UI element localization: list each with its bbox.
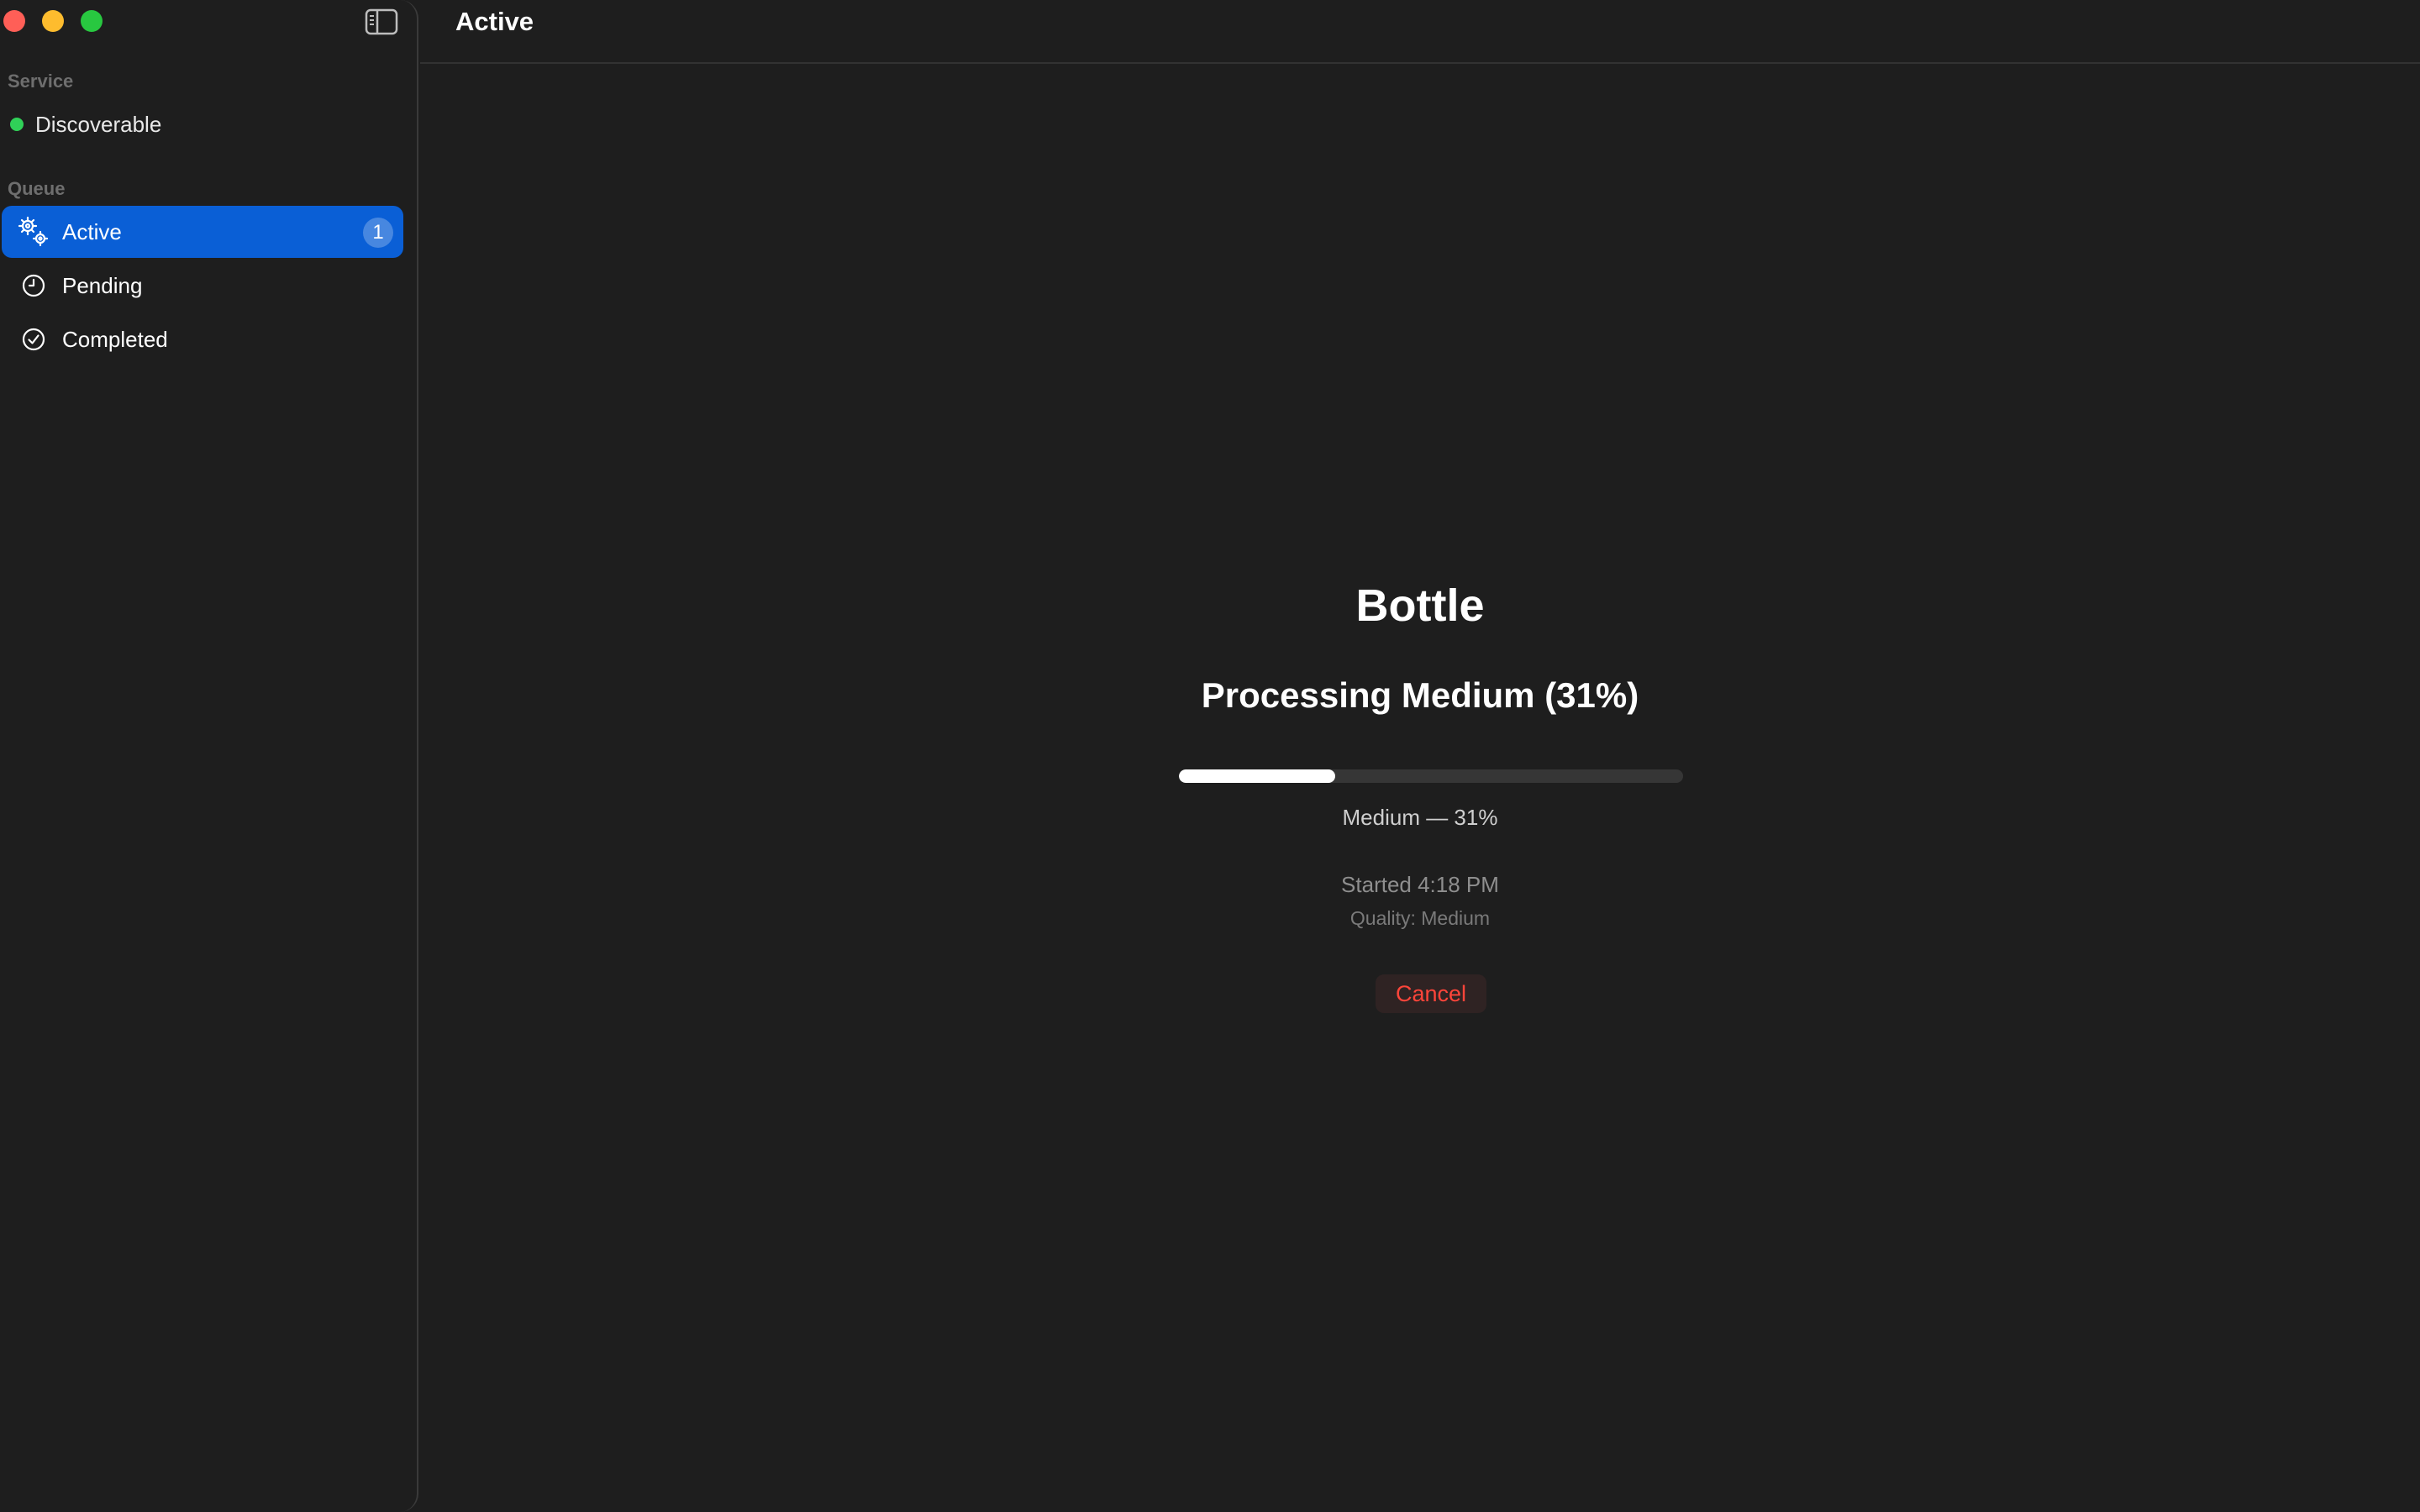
sidebar-toggle-icon[interactable] [365,8,398,35]
sidebar-item-label: Pending [62,272,143,298]
quality-label: Quality: Medium [1349,907,1491,929]
progress-fill [1179,769,1335,783]
progress-bar [1179,769,1683,783]
job-name: Bottle [1355,580,1485,631]
sidebar-item-label: Completed [62,326,168,352]
close-window-button[interactable] [3,10,25,32]
page-title: Active [455,7,534,36]
maximize-window-button[interactable] [81,10,103,32]
minimize-window-button[interactable] [42,10,64,32]
section-label-service: Service [8,71,74,92]
count-badge: 1 [363,218,393,248]
progress-caption: Medium — 31% [1342,805,1498,830]
toolbar: Active [420,0,2420,64]
sidebar-item-completed[interactable]: Completed [2,313,403,365]
sidebar-item-label: Active [62,218,122,244]
cancel-button[interactable]: Cancel [1376,974,1486,1013]
app-window: Service Discoverable Queue Active 1 Pend… [0,0,2420,1512]
clock-icon [17,269,50,302]
sidebar: Service Discoverable Queue Active 1 Pend… [0,0,418,1512]
checkmark-circle-icon [17,323,50,356]
section-label-queue: Queue [8,178,66,199]
sidebar-item-pending[interactable]: Pending [2,260,403,312]
job-detail-panel: Bottle Processing Medium (31%) Medium — … [420,66,2420,1512]
status-dot-icon [10,118,24,131]
job-status: Processing Medium (31%) [1201,675,1639,715]
service-status-label: Discoverable [35,111,162,137]
sidebar-item-active[interactable]: Active 1 [2,206,403,258]
started-time: Started 4:18 PM [1341,872,1499,897]
service-status: Discoverable [10,109,161,139]
gears-icon [17,215,50,249]
